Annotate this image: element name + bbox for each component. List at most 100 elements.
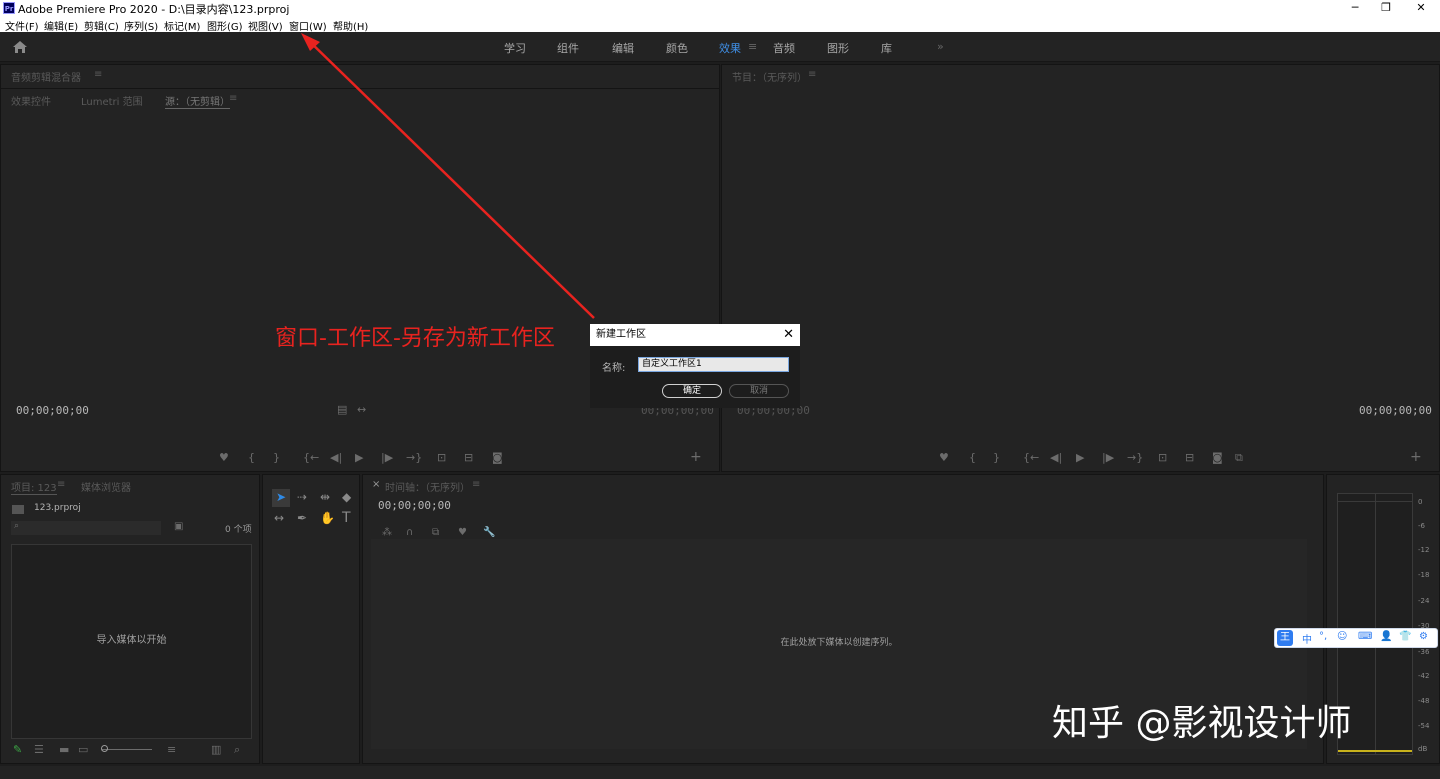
program-button-editor-icon[interactable]: + [1410,449,1422,465]
extract-icon[interactable]: ⊟ [1185,451,1194,464]
minimize-button[interactable]: ─ [1340,0,1370,16]
selection-tool-icon[interactable]: ➤ [276,490,286,504]
ime-skin-icon[interactable]: 👕 [1399,631,1411,642]
menu-help[interactable]: 帮助(H) [333,18,368,33]
maximize-button[interactable]: ❐ [1371,0,1401,16]
audio-clip-mixer-tab[interactable]: 音频剪辑混合器 [11,69,81,84]
source-tab[interactable]: 源：（无剪辑） [165,93,230,109]
media-browser-tab[interactable]: 媒体浏览器 [81,479,131,494]
menu-window[interactable]: 窗口(W) [289,18,327,33]
step-forward-icon[interactable]: |▶ [381,451,393,464]
mark-in-icon[interactable]: { [248,451,255,464]
home-icon[interactable] [12,40,28,54]
zoom-slider-handle[interactable] [101,745,108,752]
zoom-dropdown-icon[interactable]: ▤ [337,403,347,416]
program-mark-in-icon[interactable]: { [969,451,976,464]
new-bin-icon[interactable]: ▣ [174,521,183,532]
program-mark-out-icon[interactable]: } [993,451,1000,464]
menu-marker[interactable]: 标记(M) [164,18,200,33]
close-window-button[interactable]: ✕ [1406,0,1436,16]
automate-to-sequence-icon[interactable]: ▥ [211,743,221,756]
timeline-close-icon[interactable]: × [372,479,380,490]
workspace-name-input[interactable]: 自定义工作区1 [638,357,789,372]
program-go-to-out-icon[interactable]: →} [1127,451,1143,464]
ripple-edit-tool-icon[interactable]: ⇹ [320,490,330,504]
pen-tool-icon[interactable]: ✒ [297,511,307,525]
lift-icon[interactable]: ⊡ [1158,451,1167,464]
effect-controls-tab[interactable]: 效果控件 [11,93,51,108]
icon-view-icon[interactable]: ▬ [59,743,69,756]
workspace-more-icon[interactable]: » [937,40,944,53]
add-marker-icon[interactable]: ♥ [219,451,229,464]
menu-graphics[interactable]: 图形(G) [207,18,243,33]
settings-icon[interactable]: ↔ [357,403,366,416]
workspace-tab-editing[interactable]: 编辑 [612,40,634,56]
ime-keyboard-icon[interactable]: ⌨ [1358,631,1372,642]
ime-settings-icon[interactable]: ⚙ [1419,631,1428,642]
type-tool-icon[interactable]: T [342,510,351,526]
project-drop-area[interactable]: 导入媒体以开始 [11,544,252,739]
timeline-tab[interactable]: 时间轴：（无序列） [385,479,470,494]
ok-button[interactable]: 确定 [662,384,722,398]
go-to-in-icon[interactable]: {← [303,451,319,464]
ime-punctuation-icon[interactable]: °, [1319,631,1327,642]
mark-out-icon[interactable]: } [273,451,280,464]
linked-selection-icon[interactable]: ⧉ [432,527,439,538]
insert-icon[interactable]: ⊡ [437,451,446,464]
ime-emoji-icon[interactable]: ☺ [1337,631,1347,642]
menu-clip[interactable]: 剪辑(C) [84,18,119,33]
timeline-menu-icon[interactable]: ≡ [472,479,480,490]
ime-logo-icon[interactable]: 王 [1277,630,1293,646]
program-go-to-in-icon[interactable]: {← [1023,451,1039,464]
overwrite-icon[interactable]: ⊟ [464,451,473,464]
snap-icon[interactable]: ∩ [406,527,413,538]
compare-view-icon[interactable]: ⧉ [1235,451,1243,465]
slip-tool-icon[interactable]: ↔ [274,511,284,525]
source-menu-icon[interactable]: ≡ [229,93,237,104]
cancel-button[interactable]: 取消 [729,384,789,398]
ime-user-icon[interactable]: 👤 [1380,631,1392,642]
menu-file[interactable]: 文件(F) [5,18,39,33]
razor-tool-icon[interactable]: ◆ [342,490,351,504]
button-editor-icon[interactable]: + [690,449,702,465]
program-tab[interactable]: 节目：（无序列） [732,69,807,84]
program-add-marker-icon[interactable]: ♥ [939,451,949,464]
program-step-forward-icon[interactable]: |▶ [1102,451,1114,464]
workspace-tab-learn[interactable]: 学习 [504,40,526,56]
program-play-icon[interactable]: ▶ [1076,451,1084,464]
workspace-tab-assembly[interactable]: 组件 [557,40,579,56]
menu-sequence[interactable]: 序列(S) [124,18,158,33]
workspace-tab-libraries[interactable]: 库 [881,40,892,56]
project-search-input[interactable]: ⌕ [11,521,161,535]
menu-view[interactable]: 视图(V) [248,18,283,33]
nest-icon[interactable]: ⁂ [382,527,392,538]
go-to-out-icon[interactable]: →} [406,451,422,464]
list-view-icon[interactable]: ☰ [34,743,44,756]
project-menu-icon[interactable]: ≡ [57,479,65,490]
program-export-frame-icon[interactable]: ◙ [1212,451,1223,464]
workspace-tab-effects[interactable]: 效果 [719,40,741,56]
write-protect-icon[interactable]: ✎ [13,743,22,756]
program-menu-icon[interactable]: ≡ [808,69,816,80]
workspace-tab-graphics[interactable]: 图形 [827,40,849,56]
find-icon[interactable]: ⌕ [234,743,240,757]
lumetri-scopes-tab[interactable]: Lumetri 范围 [81,93,143,108]
workspace-tab-audio[interactable]: 音频 [773,40,795,56]
play-icon[interactable]: ▶ [355,451,363,464]
workspace-tab-color[interactable]: 颜色 [666,40,688,56]
menu-edit[interactable]: 编辑(E) [44,18,78,33]
freeform-view-icon[interactable]: ▭ [78,743,88,756]
panel-menu-icon[interactable]: ≡ [94,69,102,80]
step-back-icon[interactable]: ◀| [330,451,342,464]
hand-tool-icon[interactable]: ✋ [320,511,335,525]
program-step-back-icon[interactable]: ◀| [1050,451,1062,464]
track-select-tool-icon[interactable]: ⇢ [297,490,307,504]
project-tab[interactable]: 项目: 123 [11,479,57,495]
sort-icon[interactable]: ≡ [167,743,176,756]
timeline-marker-icon[interactable]: ♥ [458,527,467,538]
dialog-close-button[interactable]: ✕ [783,324,794,346]
timeline-settings-icon[interactable]: 🔧 [483,527,495,538]
zoom-slider[interactable] [102,749,152,750]
export-frame-icon[interactable]: ◙ [492,451,503,464]
workspace-menu-icon[interactable]: ≡ [748,40,757,53]
